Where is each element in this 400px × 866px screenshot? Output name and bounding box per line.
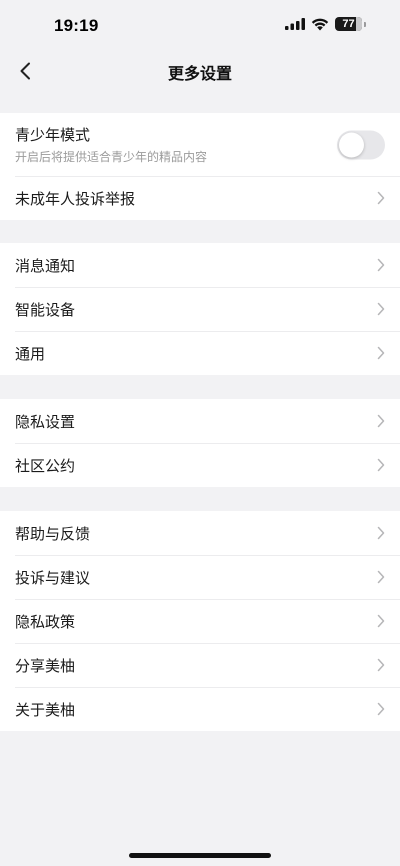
battery-level xyxy=(356,17,362,31)
chevron-right-icon xyxy=(377,191,385,205)
chevron-right-icon xyxy=(377,526,385,540)
settings-item-label: 帮助与反馈 xyxy=(15,524,91,543)
settings-item-privacy-settings[interactable]: 隐私设置 xyxy=(0,399,400,443)
page-title: 更多设置 xyxy=(167,64,232,83)
chevron-right-icon xyxy=(377,614,385,628)
toggle-knob xyxy=(339,132,364,157)
settings-item-label: 社区公约 xyxy=(15,456,76,475)
home-indicator[interactable] xyxy=(129,853,271,858)
chevron-right-icon xyxy=(377,658,385,672)
settings-group-about: 帮助与反馈 投诉与建议 隐私政策 分享美柚 关于美柚 xyxy=(0,511,400,731)
settings-group-general: 消息通知 智能设备 通用 xyxy=(0,243,400,375)
chevron-right-icon xyxy=(377,702,385,716)
chevron-right-icon xyxy=(377,346,385,360)
battery-icon: 77 xyxy=(335,17,362,31)
settings-item-notifications[interactable]: 消息通知 xyxy=(0,243,400,287)
youth-mode-toggle[interactable] xyxy=(337,130,385,159)
youth-mode-label: 青少年模式 xyxy=(15,126,91,144)
chevron-right-icon xyxy=(377,258,385,272)
settings-item-label: 隐私政策 xyxy=(15,612,76,631)
settings-item-help-feedback[interactable]: 帮助与反馈 xyxy=(0,511,400,555)
battery-percentage: 77 xyxy=(342,18,355,30)
settings-group-privacy: 隐私设置 社区公约 xyxy=(0,399,400,487)
youth-mode-row: 青少年模式 开启后将提供适合青少年的精品内容 xyxy=(0,113,400,176)
wifi-icon xyxy=(311,18,329,30)
settings-item-label: 通用 xyxy=(15,344,46,363)
settings-item-smart-devices[interactable]: 智能设备 xyxy=(0,287,400,331)
settings-group-youth: 青少年模式 开启后将提供适合青少年的精品内容 未成年人投诉举报 xyxy=(0,113,400,220)
status-icons: 77 xyxy=(285,17,366,31)
youth-mode-description: 开启后将提供适合青少年的精品内容 xyxy=(15,150,208,164)
settings-item-complaints-suggestions[interactable]: 投诉与建议 xyxy=(0,555,400,599)
settings-item-label: 未成年人投诉举报 xyxy=(15,189,136,208)
nav-bar: 更多设置 xyxy=(0,52,400,90)
settings-item-minor-complaint[interactable]: 未成年人投诉举报 xyxy=(0,176,400,220)
chevron-right-icon xyxy=(377,302,385,316)
settings-item-general[interactable]: 通用 xyxy=(0,331,400,375)
settings-item-label: 智能设备 xyxy=(15,300,76,319)
youth-mode-labels: 青少年模式 开启后将提供适合青少年的精品内容 xyxy=(15,124,207,165)
settings-item-share-app[interactable]: 分享美柚 xyxy=(0,643,400,687)
settings-item-about-app[interactable]: 关于美柚 xyxy=(0,687,400,731)
settings-item-label: 投诉与建议 xyxy=(15,568,91,587)
battery-tip xyxy=(364,21,366,27)
settings-item-label: 分享美柚 xyxy=(15,656,76,675)
chevron-right-icon xyxy=(377,458,385,472)
cellular-signal-icon xyxy=(285,18,305,30)
chevron-right-icon xyxy=(377,570,385,584)
settings-item-label: 消息通知 xyxy=(15,256,76,275)
chevron-right-icon xyxy=(377,414,385,428)
settings-item-community-guidelines[interactable]: 社区公约 xyxy=(0,443,400,487)
settings-item-label: 隐私设置 xyxy=(15,412,76,431)
settings-item-label: 关于美柚 xyxy=(15,700,76,719)
settings-item-privacy-policy[interactable]: 隐私政策 xyxy=(0,599,400,643)
status-bar: 19:19 77 xyxy=(0,0,400,52)
status-time: 19:19 xyxy=(54,16,99,35)
